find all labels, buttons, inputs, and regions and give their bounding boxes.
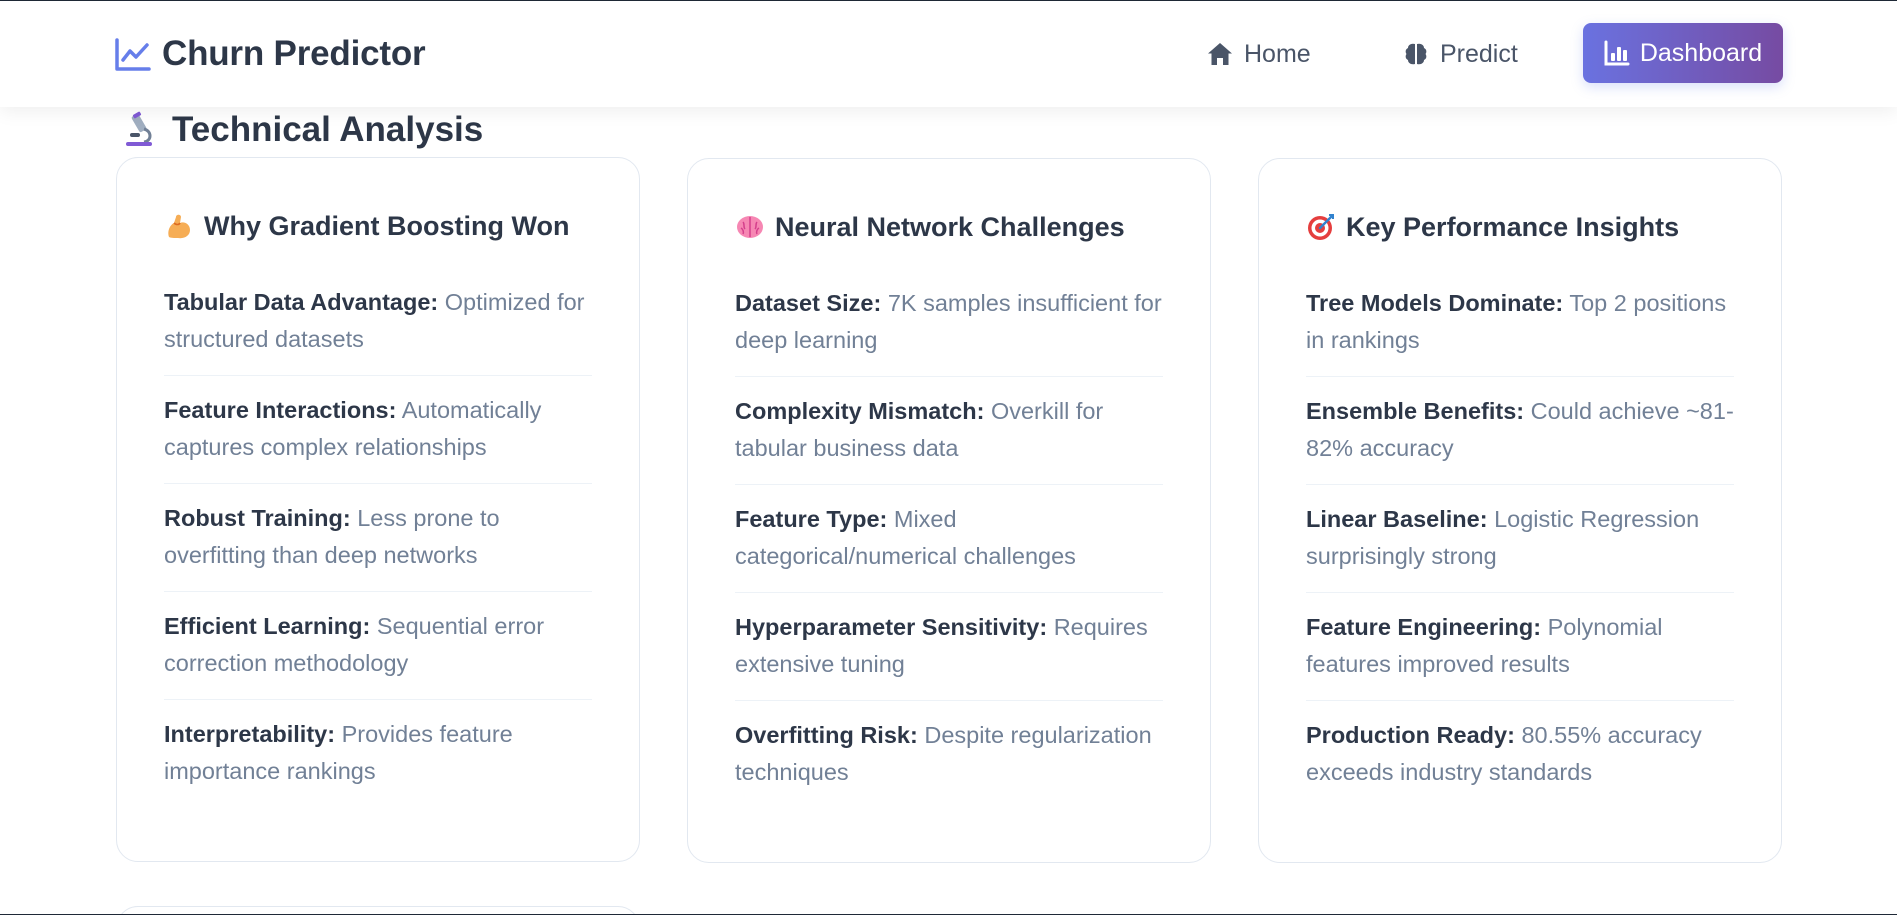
card-title-text: Why Gradient Boosting Won	[204, 210, 570, 241]
insight-label: Overfitting Risk:	[735, 722, 918, 748]
insight-label: Dataset Size:	[735, 290, 882, 316]
card-title: Key Performance Insights	[1306, 207, 1734, 247]
insight-label: Tabular Data Advantage:	[164, 289, 439, 315]
insight-card-neural-network: Neural Network Challenges Dataset Size: …	[687, 158, 1211, 863]
insight-card-performance: Key Performance Insights Tree Models Dom…	[1258, 158, 1782, 863]
insight-card-gradient-boosting: Why Gradient Boosting Won Tabular Data A…	[116, 157, 640, 862]
brain-icon	[737, 216, 763, 238]
insight-label: Feature Type:	[735, 506, 888, 532]
insight-label: Hyperparameter Sensitivity:	[735, 614, 1048, 640]
nav-link-predict[interactable]: Predict	[1402, 29, 1518, 79]
top-navbar: Churn Predictor Home Predict Dashboard	[0, 1, 1897, 107]
insight-label: Linear Baseline:	[1306, 506, 1488, 532]
insight-list: Tabular Data Advantage: Optimized for st…	[164, 268, 592, 807]
insight-label: Tree Models Dominate:	[1306, 290, 1564, 316]
list-item: Ensemble Benefits: Could achieve ~81-82%…	[1306, 377, 1734, 485]
insight-list: Tree Models Dominate: Top 2 positions in…	[1306, 269, 1734, 808]
list-item: Complexity Mismatch: Overkill for tabula…	[735, 377, 1163, 485]
flexed-bicep-icon	[168, 214, 190, 239]
list-item: Tree Models Dominate: Top 2 positions in…	[1306, 269, 1734, 377]
insight-list: Dataset Size: 7K samples insufficient fo…	[735, 269, 1163, 808]
list-item: Feature Interactions: Automatically capt…	[164, 376, 592, 484]
card-title: Neural Network Challenges	[735, 207, 1163, 247]
list-item: Tabular Data Advantage: Optimized for st…	[164, 268, 592, 376]
insight-label: Robust Training:	[164, 505, 351, 531]
list-item: Hyperparameter Sensitivity: Requires ext…	[735, 593, 1163, 701]
section-heading: Technical Analysis	[120, 107, 483, 153]
insight-label: Production Ready:	[1306, 722, 1515, 748]
list-item: Feature Engineering: Polynomial features…	[1306, 593, 1734, 701]
card-title-text: Neural Network Challenges	[775, 211, 1125, 242]
list-item: Interpretability: Provides feature impor…	[164, 700, 592, 807]
brain-icon	[1405, 43, 1427, 65]
list-item: Overfitting Risk: Despite regularization…	[735, 701, 1163, 808]
line-chart-icon	[115, 38, 151, 71]
target-icon	[1308, 214, 1334, 240]
insight-label: Complexity Mismatch:	[735, 398, 985, 424]
list-item: Production Ready: 80.55% accuracy exceed…	[1306, 701, 1734, 808]
brand-name: Churn Predictor	[162, 34, 426, 73]
brand[interactable]: Churn Predictor	[114, 31, 426, 77]
nav-link-label: Home	[1244, 39, 1311, 68]
bar-chart-icon	[1604, 40, 1630, 66]
card-title-text: Key Performance Insights	[1346, 211, 1680, 242]
nav-link-dashboard[interactable]: Dashboard	[1583, 23, 1783, 83]
nav-link-home[interactable]: Home	[1206, 29, 1311, 79]
nav-link-label: Dashboard	[1639, 38, 1763, 67]
list-item: Linear Baseline: Logistic Regression sur…	[1306, 485, 1734, 593]
insight-label: Feature Engineering:	[1306, 614, 1542, 640]
list-item: Efficient Learning: Sequential error cor…	[164, 592, 592, 700]
microscope-icon	[126, 111, 152, 146]
insight-label: Interpretability:	[164, 721, 336, 747]
list-item: Feature Type: Mixed categorical/numerica…	[735, 485, 1163, 593]
nav-link-label: Predict	[1440, 39, 1518, 68]
card-title: Why Gradient Boosting Won	[164, 206, 592, 246]
section-title: Technical Analysis	[172, 110, 484, 149]
home-icon	[1208, 43, 1232, 65]
list-item: Dataset Size: 7K samples insufficient fo…	[735, 269, 1163, 377]
list-item: Robust Training: Less prone to overfitti…	[164, 484, 592, 592]
insight-label: Ensemble Benefits:	[1306, 398, 1525, 424]
insight-label: Feature Interactions:	[164, 397, 397, 423]
insight-label: Efficient Learning:	[164, 613, 371, 639]
